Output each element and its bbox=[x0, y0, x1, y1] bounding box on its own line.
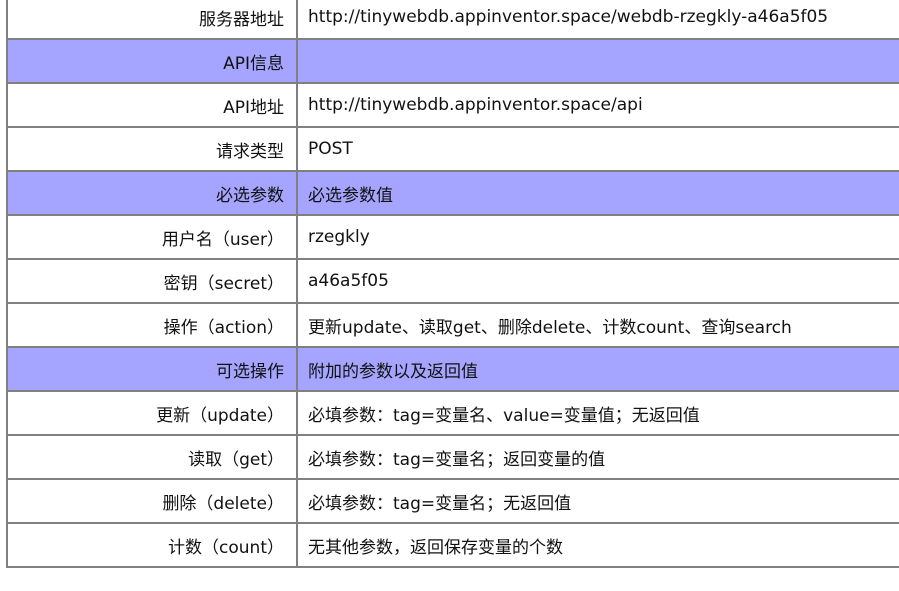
delete-value: 必填参数：tag=变量名；无返回值 bbox=[296, 478, 899, 524]
api-info-header-value bbox=[296, 38, 899, 84]
row-secret: 密钥（secret） a46a5f05 bbox=[6, 258, 899, 304]
api-info-header: API信息 bbox=[6, 38, 298, 84]
request-type-label: 请求类型 bbox=[6, 126, 298, 172]
get-value: 必填参数：tag=变量名；返回变量的值 bbox=[296, 434, 899, 480]
section-api-info: API信息 bbox=[6, 38, 899, 84]
get-label: 读取（get） bbox=[6, 434, 298, 480]
action-label: 操作（action） bbox=[6, 302, 298, 348]
count-value: 无其他参数，返回保存变量的个数 bbox=[296, 522, 899, 568]
row-server-address: 服务器地址 http://tinywebdb.appinventor.space… bbox=[6, 0, 899, 40]
server-address-value: http://tinywebdb.appinventor.space/webdb… bbox=[296, 0, 899, 40]
update-label: 更新（update） bbox=[6, 390, 298, 436]
section-optional-actions: 可选操作 附加的参数以及返回值 bbox=[6, 346, 899, 392]
section-required-params: 必选参数 必选参数值 bbox=[6, 170, 899, 216]
optional-actions-header: 可选操作 bbox=[6, 346, 298, 392]
request-type-value: POST bbox=[296, 126, 899, 172]
update-value: 必填参数：tag=变量名、value=变量值；无返回值 bbox=[296, 390, 899, 436]
user-value: rzegkly bbox=[296, 214, 899, 260]
required-params-header: 必选参数 bbox=[6, 170, 298, 216]
user-label: 用户名（user） bbox=[6, 214, 298, 260]
count-label: 计数（count） bbox=[6, 522, 298, 568]
secret-value: a46a5f05 bbox=[296, 258, 899, 304]
required-params-header-value: 必选参数值 bbox=[296, 170, 899, 216]
row-api-address: API地址 http://tinywebdb.appinventor.space… bbox=[6, 82, 899, 128]
row-update: 更新（update） 必填参数：tag=变量名、value=变量值；无返回值 bbox=[6, 390, 899, 436]
row-user: 用户名（user） rzegkly bbox=[6, 214, 899, 260]
row-action: 操作（action） 更新update、读取get、删除delete、计数cou… bbox=[6, 302, 899, 348]
api-address-label: API地址 bbox=[6, 82, 298, 128]
api-info-table: 服务器地址 http://tinywebdb.appinventor.space… bbox=[6, 0, 899, 568]
optional-actions-header-value: 附加的参数以及返回值 bbox=[296, 346, 899, 392]
row-request-type: 请求类型 POST bbox=[6, 126, 899, 172]
api-address-value: http://tinywebdb.appinventor.space/api bbox=[296, 82, 899, 128]
delete-label: 删除（delete） bbox=[6, 478, 298, 524]
secret-label: 密钥（secret） bbox=[6, 258, 298, 304]
row-get: 读取（get） 必填参数：tag=变量名；返回变量的值 bbox=[6, 434, 899, 480]
server-address-label: 服务器地址 bbox=[6, 0, 298, 40]
row-delete: 删除（delete） 必填参数：tag=变量名；无返回值 bbox=[6, 478, 899, 524]
action-value: 更新update、读取get、删除delete、计数count、查询search bbox=[296, 302, 899, 348]
row-count: 计数（count） 无其他参数，返回保存变量的个数 bbox=[6, 522, 899, 568]
